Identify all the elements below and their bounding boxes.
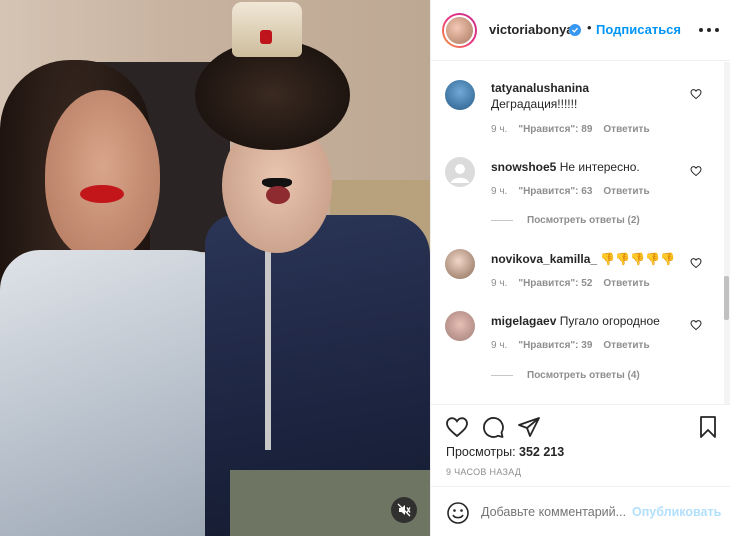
comment-username[interactable]: tatyanalushanina (491, 81, 589, 95)
comment-avatar[interactable] (445, 249, 475, 279)
comment-meta: 9 ч. "Нравится": 39 Ответить (491, 340, 661, 351)
view-replies-label: Посмотреть ответы (4) (527, 370, 640, 381)
comment-avatar[interactable] (445, 157, 475, 187)
views-number: 352 213 (519, 445, 565, 459)
author-avatar[interactable] (442, 13, 477, 48)
comment-reply-button[interactable]: Ответить (603, 340, 649, 351)
post-timestamp[interactable]: 9 ЧАСОВ НАЗАД (446, 467, 521, 477)
comment-likes[interactable]: "Нравится": 52 (518, 278, 592, 289)
view-replies-button[interactable]: Посмотреть ответы (4) (491, 370, 640, 381)
comment-text: Пугало огородное (559, 314, 660, 328)
post-actions: Просмотры: 352 213 9 ЧАСОВ НАЗАД (431, 404, 730, 486)
follow-button[interactable]: Подписаться (596, 22, 681, 37)
publish-button[interactable]: Опубликовать (632, 505, 721, 519)
comments-scrollbar-thumb[interactable] (724, 276, 729, 320)
mute-button[interactable] (391, 497, 417, 523)
heart-icon[interactable] (690, 319, 702, 331)
video-person-right-crown (232, 2, 302, 57)
views-label: Просмотры: (446, 445, 516, 459)
heart-icon[interactable] (690, 88, 702, 100)
comment-time: 9 ч. (491, 186, 508, 197)
comment-likes[interactable]: "Нравится": 39 (518, 340, 592, 351)
comment-body: tatyanalushanina Деградация!!!!!! (491, 80, 691, 112)
heart-icon[interactable] (690, 165, 702, 177)
comment-body: snowshoe5 Не интересно. (491, 159, 691, 175)
mute-icon (397, 503, 411, 517)
comment-username[interactable]: snowshoe5 (491, 160, 556, 174)
views-count[interactable]: Просмотры: 352 213 (446, 445, 564, 459)
separator-dot: • (587, 20, 592, 35)
comment-likes[interactable]: "Нравится": 89 (518, 124, 592, 135)
author-username[interactable]: victoriabonya (489, 22, 574, 37)
comment-time: 9 ч. (491, 124, 508, 135)
comment-body: migelagaev Пугало огородное (491, 313, 691, 329)
comment-text: 👎👎👎👎👎 (600, 252, 676, 266)
comment-text: Не интересно. (559, 160, 640, 174)
comment-likes[interactable]: "Нравится": 63 (518, 186, 592, 197)
heart-icon[interactable] (690, 257, 702, 269)
post-header: victoriabonya • Подписаться (431, 0, 730, 61)
video-person-left-face (45, 90, 160, 260)
comment-username[interactable]: migelagaev (491, 314, 556, 328)
video-person-right-mouth (266, 186, 290, 204)
video-person-left-lips (80, 185, 124, 203)
comments-list[interactable]: tatyanalushanina Деградация!!!!!! 9 ч. "Н… (431, 62, 730, 404)
replies-divider (491, 375, 513, 376)
post-video[interactable] (0, 0, 430, 536)
comment-meta: 9 ч. "Нравится": 63 Ответить (491, 186, 661, 197)
comment-icon[interactable] (481, 415, 505, 439)
add-comment-bar: Опубликовать (431, 486, 730, 536)
comment-body: novikova_kamilla_ 👎👎👎👎👎 (491, 251, 691, 267)
bookmark-icon[interactable] (696, 415, 720, 439)
comment-reply-button[interactable]: Ответить (603, 186, 649, 197)
comment-reply-button[interactable]: Ответить (603, 278, 649, 289)
comment-avatar[interactable] (445, 80, 475, 110)
comment-username[interactable]: novikova_kamilla_ (491, 252, 597, 266)
comment-time: 9 ч. (491, 340, 508, 351)
view-replies-label: Посмотреть ответы (2) (527, 215, 640, 226)
more-icon[interactable] (699, 22, 719, 38)
emoji-icon[interactable] (446, 501, 470, 525)
comment-meta: 9 ч. "Нравится": 52 Ответить (491, 278, 661, 289)
comment-input[interactable] (481, 505, 631, 519)
comment-reply-button[interactable]: Ответить (603, 124, 649, 135)
heart-icon[interactable] (445, 415, 469, 439)
verified-icon (569, 24, 581, 36)
comment-avatar[interactable] (445, 311, 475, 341)
replies-divider (491, 220, 513, 221)
comments-scrollbar[interactable] (724, 62, 730, 404)
comment-meta: 9 ч. "Нравится": 89 Ответить (491, 124, 661, 135)
comment-time: 9 ч. (491, 278, 508, 289)
share-icon[interactable] (517, 415, 541, 439)
post-panel: victoriabonya • Подписаться tatyanalusha… (430, 0, 730, 536)
comment-text: Деградация!!!!!! (491, 97, 578, 111)
video-person-right-zipper (265, 250, 271, 450)
view-replies-button[interactable]: Посмотреть ответы (2) (491, 215, 640, 226)
